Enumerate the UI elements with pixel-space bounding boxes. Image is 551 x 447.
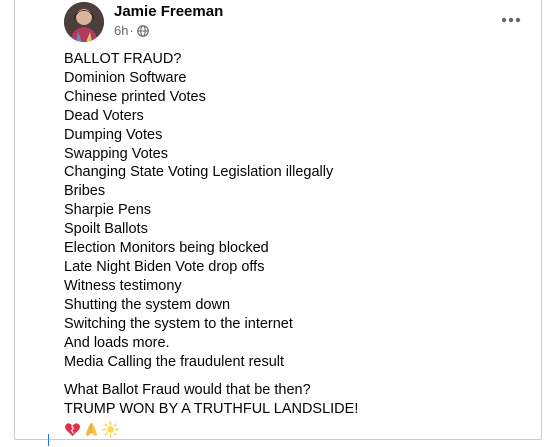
post-body: BALLOT FRAUD? Dominion Software Chinese …: [64, 50, 524, 371]
closing-line: What Ballot Fraud would that be then?: [64, 382, 311, 398]
post-line: Dead Voters: [64, 107, 144, 124]
post-line: Bribes: [64, 183, 106, 200]
sparkle-sun-icon: [102, 420, 119, 438]
post-line: Dominion Software: [64, 69, 187, 86]
author-name[interactable]: Jamie Freeman: [114, 2, 223, 22]
post-line: Switching the system to the internet: [64, 315, 293, 332]
emoji-row: [64, 420, 119, 438]
text-cursor: [48, 434, 49, 446]
post-line: And loads more.: [64, 334, 170, 351]
avatar[interactable]: [64, 2, 104, 42]
post-line: Swapping Votes: [64, 145, 168, 162]
post-timestamp[interactable]: 6h: [114, 23, 128, 39]
post-closing: What Ballot Fraud would that be then? TR…: [64, 381, 524, 419]
meta-separator: ·: [129, 23, 134, 38]
post-line: Sharpie Pens: [64, 202, 152, 219]
avatar-image: [64, 2, 104, 42]
post-line: Dumping Votes: [64, 126, 163, 143]
post-line: Late Night Biden Vote drop offs: [64, 258, 265, 275]
post-line: Spoilt Ballots: [64, 221, 148, 238]
heart-icon: [64, 422, 81, 436]
post-line: Witness testimony: [64, 277, 182, 294]
more-options-button[interactable]: [497, 8, 525, 32]
post-line: Changing State Voting Legislation illega…: [64, 164, 334, 181]
closing-line: TRUMP WON BY A TRUTHFUL LANDSLIDE!: [64, 400, 359, 417]
post-line: BALLOT FRAUD?: [64, 51, 182, 67]
post-line: Chinese printed Votes: [64, 88, 206, 105]
post-line: Shutting the system down: [64, 296, 231, 313]
praying-hands-icon: [85, 422, 98, 436]
post-line: Election Monitors being blocked: [64, 240, 269, 257]
globe-icon[interactable]: [137, 25, 149, 37]
post-line: Media Calling the fraudulent result: [64, 353, 285, 370]
more-options-icon: [501, 17, 521, 23]
post-meta: 6h ·: [114, 23, 149, 39]
